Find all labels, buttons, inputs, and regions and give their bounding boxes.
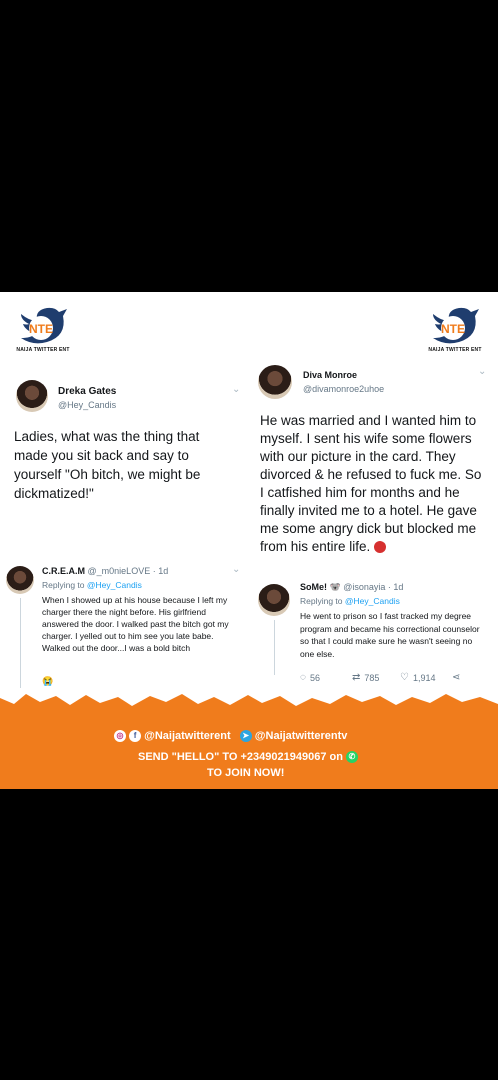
svg-text:NTE: NTE [29,322,53,336]
replying-to-line: Replying to @Hey_Candis [42,580,142,590]
tweet-author-handle[interactable]: @divamonroe2uhoe [303,384,384,394]
torn-edge-decoration [0,694,498,712]
red-face-emoji-icon [374,541,387,554]
avatar[interactable] [258,584,290,616]
thread-line [274,620,275,675]
whatsapp-cta-text: SEND "HELLO" TO +2349021949067 on [138,751,343,763]
logo-caption: NAIJA TWITTER ENT [16,347,70,353]
reply-text: When I showed up at his house because I … [42,595,229,653]
reply-text: He went to prison so I fast tracked my d… [300,611,480,659]
avatar[interactable] [6,566,34,594]
reply-author-name[interactable]: C.R.E.A.M [42,566,85,576]
reply-handle-time[interactable]: @_m0nieLOVE · 1d [88,566,169,576]
heart-icon: ♡ [400,672,409,683]
logo-caption: NAIJA TWITTER ENT [428,347,482,353]
tweet-text-content: He was married and I wanted him to mysel… [260,413,482,554]
whatsapp-cta-line: SEND "HELLO" TO +2349021949067 on ✆ [138,751,359,764]
telegram-handle[interactable]: @Naijatwitterentv [255,730,348,742]
whatsapp-icon[interactable]: ✆ [346,751,359,764]
logo-right: NTE NAIJA TWITTER ENT [420,304,490,353]
instagram-icon[interactable]: ◎ [114,730,126,743]
tweet-text: He was married and I wanted him to mysel… [260,412,485,556]
replying-to-mention[interactable]: @Hey_Candis [87,580,142,590]
svg-text:NTE: NTE [441,322,465,336]
chevron-down-icon[interactable]: ⌄ [232,564,240,575]
promo-footer: ◎ f @Naijatwitterent ➤ @Naijatwitterentv… [0,710,498,789]
avatar[interactable] [16,380,48,412]
replying-to-mention[interactable]: @Hey_Candis [345,596,400,606]
reply-handle-time[interactable]: @isonayia · 1d [343,582,403,592]
chevron-down-icon[interactable]: ⌄ [232,384,240,395]
join-now-text: TO JOIN NOW! [207,767,285,779]
instagram-facebook-handle[interactable]: @Naijatwitterent [144,730,231,742]
logo-left: NTE NAIJA TWITTER ENT [8,304,78,353]
thread-line [20,598,21,688]
replying-to-label: Replying to [42,580,85,590]
nte-bird-logo-icon: NTE [433,307,479,344]
social-handles-row: ◎ f @Naijatwitterent ➤ @Naijatwitterentv [114,730,348,743]
nte-bird-logo-icon: NTE [21,307,67,344]
retweet-count[interactable]: ⇄ 785 [352,672,379,683]
reply-header: C.R.E.A.M @_m0nieLOVE · 1d [42,566,168,576]
retweet-count-value: 785 [364,672,380,683]
chevron-down-icon[interactable]: ⌄ [478,366,486,377]
share-icon[interactable]: ⋖ [452,672,460,683]
facebook-icon[interactable]: f [129,730,142,743]
reply-header: SoMe! 🐨 @isonayia · 1d [300,582,403,593]
like-count[interactable]: ♡ 1,914 [400,672,436,683]
tweet-author-handle[interactable]: @Hey_Candis [58,400,116,410]
telegram-icon[interactable]: ➤ [239,730,252,743]
like-count-value: 1,914 [412,672,436,683]
crying-emoji: 😭 [42,676,54,686]
tweet-author-name[interactable]: Dreka Gates [58,386,116,397]
retweet-icon: ⇄ [352,672,361,683]
replying-to-label: Replying to [300,596,343,606]
reply-author-name[interactable]: SoMe! 🐨 [300,582,341,592]
tweet-author-name[interactable]: Diva Monroe [303,370,357,380]
tweet-text: Ladies, what was the thing that made you… [14,429,201,501]
replying-to-line: Replying to @Hey_Candis [300,596,400,606]
reply-count-value: 56 [309,672,320,683]
reply-icon: ◌ [300,672,306,683]
reply-count[interactable]: ◌ 56 [300,672,320,683]
avatar[interactable] [258,365,292,399]
